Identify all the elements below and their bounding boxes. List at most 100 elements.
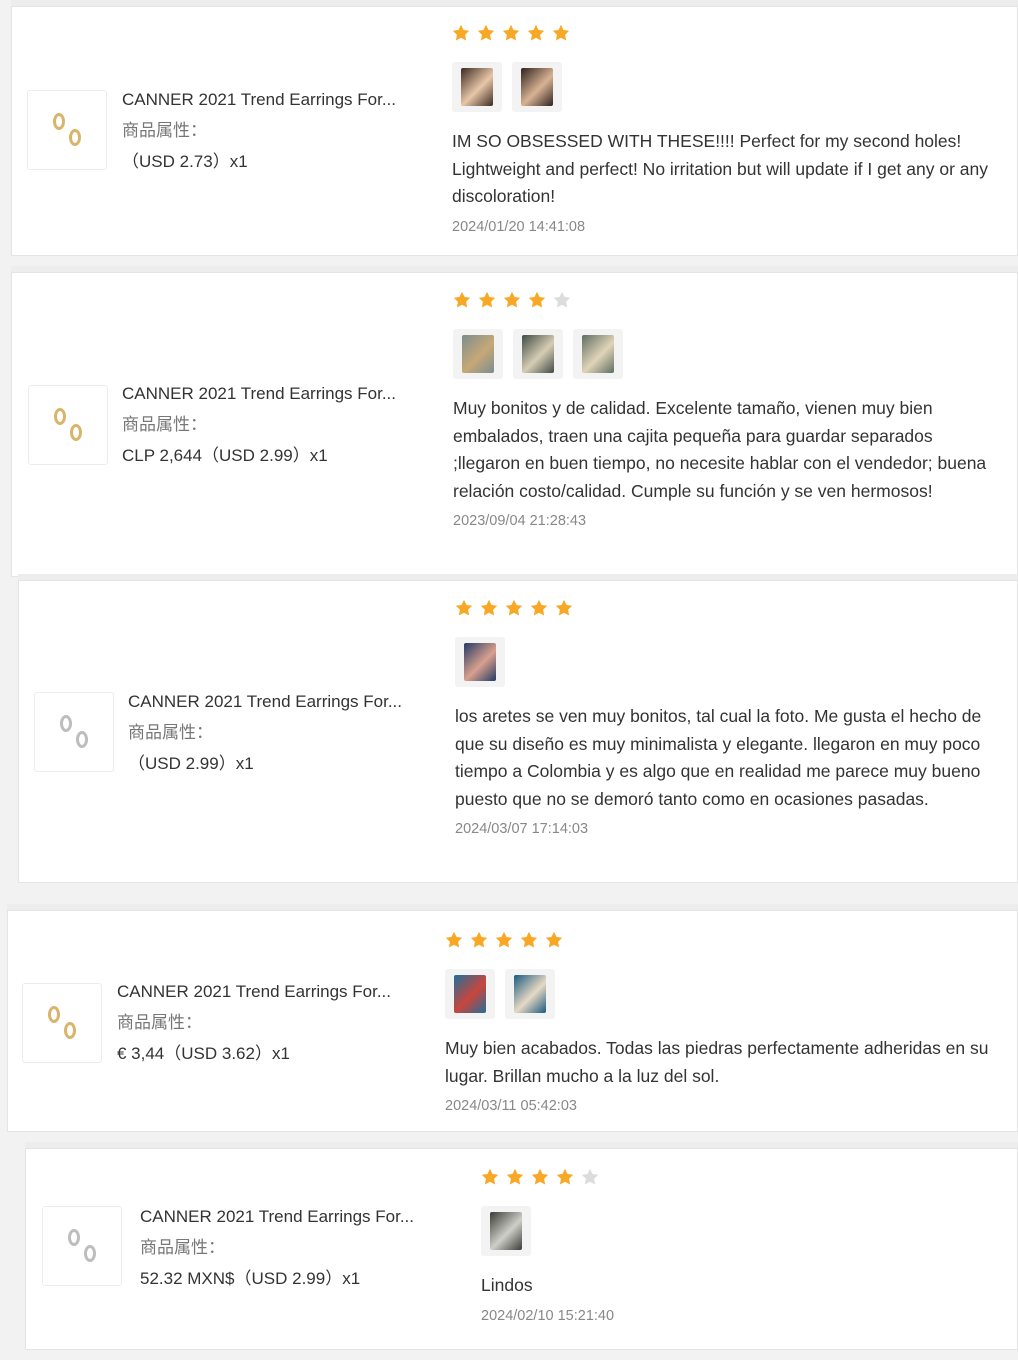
- star-empty-icon: [553, 291, 571, 308]
- star-filled-icon: [453, 291, 471, 308]
- star-filled-icon: [520, 931, 538, 948]
- review-photo-earrings[interactable]: [505, 969, 555, 1019]
- review-date: 2024/03/07 17:14:03: [455, 821, 589, 837]
- star-filled-icon: [506, 1168, 524, 1185]
- star-filled-icon: [552, 24, 570, 41]
- product-thumbnail[interactable]: [34, 692, 114, 772]
- review-date: 2024/03/11 05:42:03: [445, 1098, 577, 1114]
- hoop-earring-icon: [60, 715, 72, 732]
- review-text: Muy bien acabados. Todas las piedras per…: [445, 1038, 989, 1086]
- review-photos: [481, 1206, 1018, 1256]
- product-info: CANNER 2021 Trend Earrings For... 商品属性： 52…: [140, 1201, 414, 1294]
- review-photos: [455, 637, 1000, 687]
- review-photo-earrings[interactable]: [481, 1206, 531, 1256]
- review-photos: [452, 62, 997, 112]
- review-photo-ear[interactable]: [512, 62, 562, 112]
- product-attributes-label: 商品属性：: [140, 1238, 225, 1257]
- star-rating: [455, 597, 1000, 619]
- product-title[interactable]: CANNER 2021 Trend Earrings For...: [140, 1201, 414, 1232]
- star-filled-icon: [481, 1168, 499, 1185]
- star-filled-icon: [530, 599, 548, 616]
- hoop-earring-icon: [70, 424, 82, 441]
- review-body: los aretes se ven muy bonitos, tal cual …: [455, 597, 1000, 837]
- review-date: 2024/02/10 15:21:40: [481, 1307, 615, 1324]
- product-thumbnail[interactable]: [42, 1206, 122, 1286]
- review-date: 2023/09/04 21:28:43: [453, 513, 587, 529]
- review-photo-package[interactable]: [453, 329, 503, 379]
- review-photo-package[interactable]: [573, 329, 623, 379]
- star-filled-icon: [527, 24, 545, 41]
- product-attributes-label: 商品属性：: [128, 723, 213, 742]
- hoop-earring-icon: [64, 1022, 76, 1039]
- hoop-earring-icon: [76, 731, 88, 748]
- photo-image: [490, 1212, 522, 1250]
- photo-image: [522, 335, 554, 373]
- review-photos: [445, 969, 990, 1019]
- star-filled-icon: [502, 24, 520, 41]
- star-filled-icon: [455, 599, 473, 616]
- star-filled-icon: [545, 931, 563, 948]
- star-rating: [445, 929, 990, 951]
- review-body: IM SO OBSESSED WITH THESE!!!! Perfect fo…: [452, 22, 997, 235]
- star-filled-icon: [531, 1168, 549, 1185]
- product-info: CANNER 2021 Trend Earrings For... 商品属性： € …: [117, 976, 391, 1069]
- photo-image: [454, 975, 486, 1013]
- review-body: Muy bien acabados. Todas las piedras per…: [445, 929, 990, 1114]
- review-text: Muy bonitos y de calidad. Excelente tama…: [453, 398, 987, 501]
- photo-image: [514, 975, 546, 1013]
- photo-image: [521, 68, 553, 106]
- product-attributes-label: 商品属性：: [117, 1013, 202, 1032]
- photo-image: [464, 643, 496, 681]
- hoop-earring-icon: [54, 408, 66, 425]
- order-price: CLP 2,644（USD 2.99）x1: [122, 446, 328, 465]
- order-price: （USD 2.73）x1: [122, 152, 248, 171]
- star-rating: [452, 22, 997, 44]
- hoop-earring-icon: [84, 1245, 96, 1262]
- review-date: 2024/01/20 14:41:08: [452, 218, 586, 235]
- star-filled-icon: [480, 599, 498, 616]
- product-info: CANNER 2021 Trend Earrings For... 商品属性： （U…: [122, 84, 396, 177]
- star-filled-icon: [556, 1168, 574, 1185]
- star-filled-icon: [503, 291, 521, 308]
- review-photo-ear[interactable]: [452, 62, 502, 112]
- product-info: CANNER 2021 Trend Earrings For... 商品属性： CL…: [122, 378, 396, 471]
- star-filled-icon: [495, 931, 513, 948]
- review-photos: [453, 329, 998, 379]
- product-title[interactable]: CANNER 2021 Trend Earrings For...: [128, 686, 402, 717]
- star-filled-icon: [555, 599, 573, 616]
- star-filled-icon: [470, 931, 488, 948]
- product-thumbnail[interactable]: [27, 90, 107, 170]
- photo-image: [462, 335, 494, 373]
- star-empty-icon: [581, 1168, 599, 1185]
- star-rating: [453, 289, 998, 311]
- hoop-earring-icon: [53, 113, 65, 130]
- product-title[interactable]: CANNER 2021 Trend Earrings For...: [122, 378, 396, 409]
- hoop-earring-icon: [68, 1229, 80, 1246]
- review-photo-package[interactable]: [513, 329, 563, 379]
- review-text: IM SO OBSESSED WITH THESE!!!! Perfect fo…: [452, 131, 988, 206]
- star-filled-icon: [528, 291, 546, 308]
- star-filled-icon: [505, 599, 523, 616]
- review-text: Lindos: [481, 1275, 533, 1295]
- review-body: Lindos 2024/02/10 15:21:40: [481, 1166, 1018, 1324]
- order-price: € 3,44（USD 3.62）x1: [117, 1044, 290, 1063]
- photo-image: [582, 335, 614, 373]
- product-attributes-label: 商品属性：: [122, 121, 207, 140]
- hoop-earring-icon: [69, 129, 81, 146]
- product-thumbnail[interactable]: [22, 983, 102, 1063]
- photo-image: [461, 68, 493, 106]
- order-price: （USD 2.99）x1: [128, 754, 254, 773]
- star-filled-icon: [445, 931, 463, 948]
- product-title[interactable]: CANNER 2021 Trend Earrings For...: [122, 84, 396, 115]
- product-attributes-label: 商品属性：: [122, 415, 207, 434]
- order-price: 52.32 MXN$（USD 2.99）x1: [140, 1269, 361, 1288]
- star-rating: [481, 1166, 1018, 1188]
- review-body: Muy bonitos y de calidad. Excelente tama…: [453, 289, 998, 529]
- star-filled-icon: [452, 24, 470, 41]
- star-filled-icon: [478, 291, 496, 308]
- review-photo-hand[interactable]: [455, 637, 505, 687]
- product-title[interactable]: CANNER 2021 Trend Earrings For...: [117, 976, 391, 1007]
- product-thumbnail[interactable]: [28, 385, 108, 465]
- review-photo-earrings[interactable]: [445, 969, 495, 1019]
- review-text: los aretes se ven muy bonitos, tal cual …: [455, 706, 982, 809]
